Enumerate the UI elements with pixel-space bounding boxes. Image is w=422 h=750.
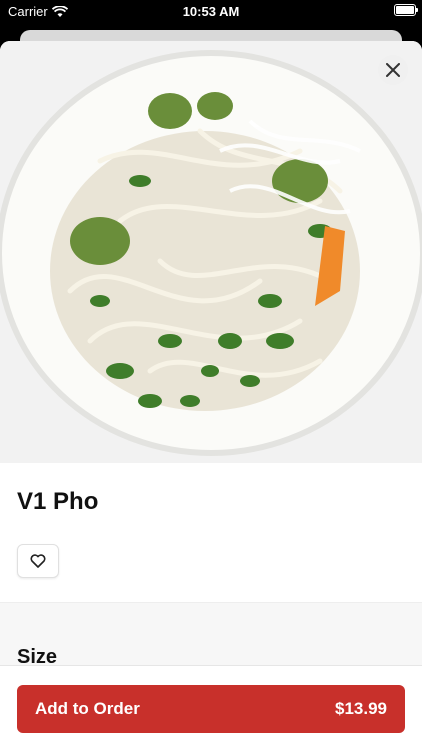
close-button[interactable] [378, 55, 408, 85]
status-time: 10:53 AM [182, 4, 240, 19]
pho-bowl-illustration [0, 41, 422, 463]
item-photo [0, 41, 422, 463]
order-bar: Add to Order $13.99 [0, 665, 422, 750]
section-divider [0, 602, 422, 667]
favorite-button[interactable] [17, 544, 59, 578]
item-title: V1 Pho [17, 488, 99, 515]
order-price: $13.99 [335, 699, 387, 718]
heart-icon [30, 554, 46, 568]
add-to-order-button[interactable]: Add to Order $13.99 [17, 685, 405, 733]
status-bar: Carrier 10:53 AM [0, 0, 422, 22]
item-detail-sheet: V1 Pho Size Add to Order $13.99 [0, 41, 422, 750]
close-icon [386, 63, 400, 77]
add-to-order-label: Add to Order [35, 699, 140, 718]
battery-icon [394, 4, 418, 16]
